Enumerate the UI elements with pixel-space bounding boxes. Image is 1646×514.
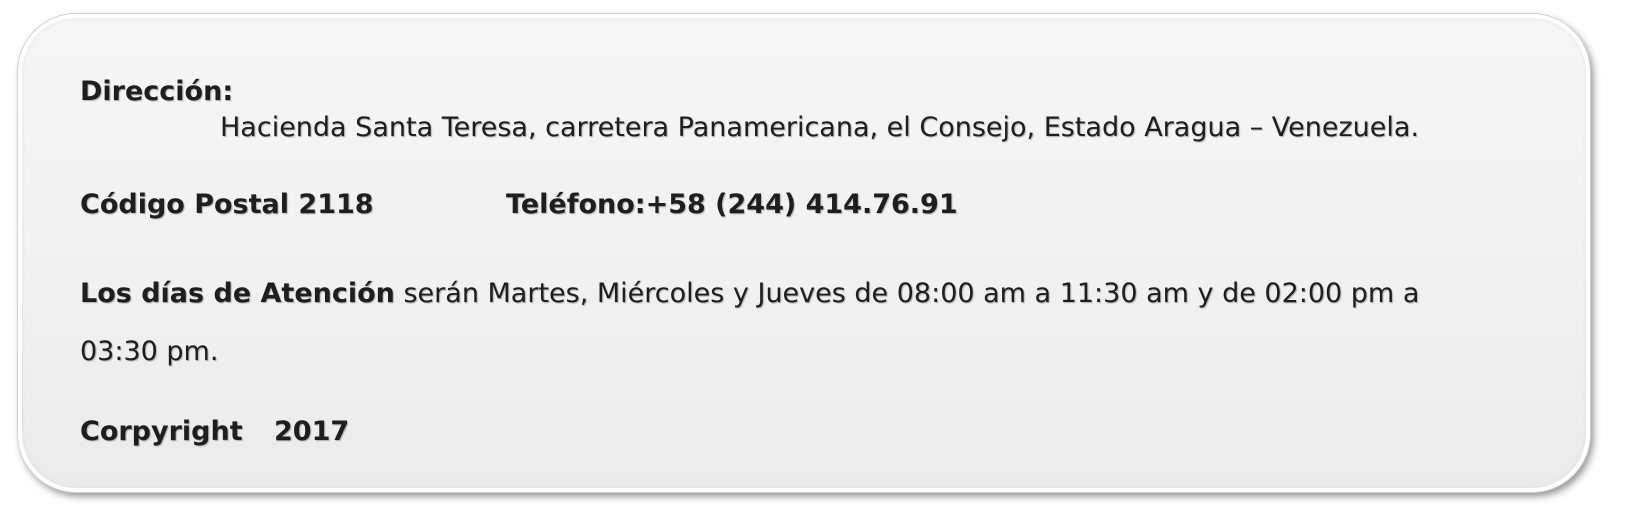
address-value: Hacienda Santa Teresa, carretera Panamer… [220, 112, 1420, 143]
hours-text: serán Martes, Miércoles y Jueves de 08:0… [394, 278, 1420, 309]
copyright-label: Corpyright [80, 416, 243, 447]
address-label: Dirección: [80, 76, 234, 107]
info-card: Dirección: Hacienda Santa Teresa, carret… [18, 14, 1590, 492]
hours-line-1: Los días de Atención serán Martes, Miérc… [80, 278, 1419, 310]
phone-number: Teléfono:+58 (244) 414.76.91 [506, 189, 958, 220]
postal-code: Código Postal 2118 [80, 189, 374, 220]
hours-lead: Los días de Atención [80, 278, 395, 309]
copyright-year: 2017 [274, 416, 350, 447]
hours-line-2: 03:30 pm. [80, 336, 219, 367]
